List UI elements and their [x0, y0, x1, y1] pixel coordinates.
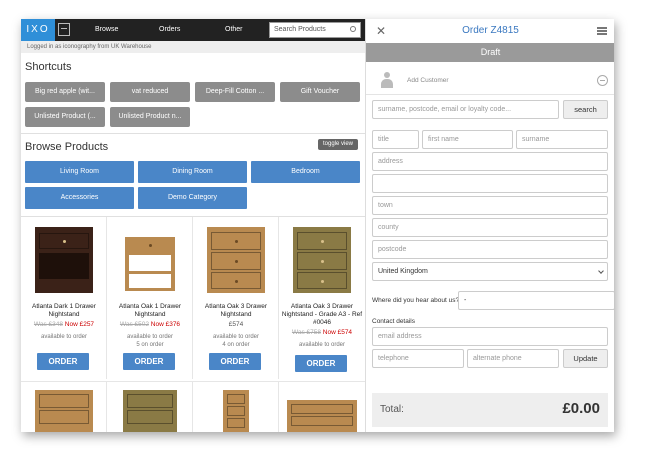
product-card[interactable]: Atlanta Oak 3 Drawer Nightstand £574 ava… [193, 217, 279, 379]
order-total-bar: Total: £0.00 [372, 393, 608, 427]
email-field[interactable]: email address [372, 327, 608, 346]
customer-search-button[interactable]: search [563, 100, 608, 119]
add-customer-label[interactable]: Add Customer [407, 77, 449, 84]
logout-icon[interactable] [58, 23, 70, 36]
county-field[interactable]: county [372, 218, 608, 237]
postcode-field[interactable]: postcode [372, 240, 608, 259]
product-price: Was £348 Now £257 [33, 321, 95, 328]
product-search-placeholder: Search Products [274, 26, 326, 33]
category-living-room[interactable]: Living Room [25, 161, 134, 183]
order-button[interactable]: ORDER [123, 353, 175, 370]
first-name-field[interactable]: first name [422, 130, 513, 149]
shortcut-button[interactable]: Gift Voucher [280, 82, 360, 102]
category-demo[interactable]: Demo Category [138, 187, 247, 209]
product-card[interactable]: Atlanta Dark 1 Drawer Nightstand Was £34… [21, 217, 107, 379]
search-icon[interactable] [350, 26, 356, 32]
order-header: ✕ Order Z4815 [366, 19, 614, 43]
product-card[interactable]: Atlanta Oak 3 Drawer Nightstand - Grade … [279, 217, 365, 379]
product-card[interactable]: Atlanta Oak 1 Drawer Nightstand Was £502… [107, 217, 193, 379]
ixo-logo: IXO [21, 19, 55, 41]
product-availability: available to order [126, 334, 174, 340]
browse-products-title: Browse Products [25, 141, 109, 153]
nav-browse[interactable]: Browse [95, 19, 118, 41]
product-name: Atlanta Oak 1 Drawer Nightstand [118, 303, 182, 318]
hear-about-select[interactable]: - [458, 291, 614, 310]
menu-icon[interactable] [597, 27, 607, 35]
product-card[interactable] [107, 381, 193, 432]
product-name: Atlanta Dark 1 Drawer Nightstand [32, 303, 96, 318]
order-pane: ✕ Order Z4815 Draft Add Customer surname… [365, 19, 614, 432]
shortcut-button[interactable]: Unlisted Product n... [110, 107, 190, 127]
product-image[interactable] [123, 390, 177, 432]
telephone-field[interactable]: telephone [372, 349, 464, 368]
category-accessories[interactable]: Accessories [25, 187, 134, 209]
product-price: Was £502 Now £376 [119, 321, 181, 328]
app-window: IXO Browse Orders Other Search Products … [21, 19, 614, 432]
total-label: Total: [380, 404, 404, 415]
category-bedroom[interactable]: Bedroom [251, 161, 360, 183]
shortcut-button[interactable]: Deep-Fill Cotton ... [195, 82, 275, 102]
product-card[interactable] [279, 381, 365, 432]
product-availability: available to order [40, 334, 88, 340]
shortcut-button[interactable]: Unlisted Product (... [25, 107, 105, 127]
product-image[interactable] [125, 237, 175, 291]
shortcuts-title: Shortcuts [25, 61, 72, 73]
product-search-input[interactable]: Search Products [269, 22, 361, 38]
order-button[interactable]: ORDER [37, 353, 89, 370]
product-browser-pane: IXO Browse Orders Other Search Products … [21, 19, 365, 432]
login-status: Logged in as iconography from UK Warehou… [21, 41, 365, 53]
customer-search-input[interactable]: surname, postcode, email or loyalty code… [372, 100, 559, 119]
separator [366, 94, 614, 95]
contact-details-label: Contact details [372, 318, 415, 325]
product-availability: available to order [298, 342, 346, 348]
update-button[interactable]: Update [563, 349, 608, 368]
collapse-icon[interactable] [597, 75, 608, 86]
toggle-view-button[interactable]: toggle view [318, 139, 358, 150]
alternate-phone-field[interactable]: alternate phone [467, 349, 559, 368]
order-button[interactable]: ORDER [295, 355, 347, 372]
section-divider [21, 133, 365, 134]
product-image[interactable] [35, 227, 93, 293]
product-image[interactable] [223, 390, 249, 432]
order-status-banner: Draft [366, 43, 614, 62]
category-dining-room[interactable]: Dining Room [138, 161, 247, 183]
surname-field[interactable]: surname [516, 130, 608, 149]
product-name: Atlanta Oak 3 Drawer Nightstand - Grade … [281, 303, 363, 326]
address-line2-field[interactable] [372, 174, 608, 193]
town-field[interactable]: town [372, 196, 608, 215]
shortcut-button[interactable]: vat reduced [110, 82, 190, 102]
product-image[interactable] [287, 400, 357, 432]
product-on-order: 5 on order [136, 342, 164, 348]
country-selected-value: United Kingdom [378, 268, 428, 275]
order-button[interactable]: ORDER [209, 353, 261, 370]
product-card[interactable] [193, 381, 279, 432]
product-name: Atlanta Oak 3 Drawer Nightstand [204, 303, 268, 318]
product-image[interactable] [293, 227, 351, 293]
chevron-down-icon [598, 268, 604, 274]
total-value: £0.00 [562, 400, 600, 417]
product-price: £574 [228, 321, 244, 328]
title-field[interactable]: title [372, 130, 419, 149]
shortcut-button[interactable]: Big red apple (wit... [25, 82, 105, 102]
order-title: Order Z4815 [462, 25, 519, 36]
country-select[interactable]: United Kingdom [372, 262, 608, 281]
product-card[interactable] [21, 381, 107, 432]
product-availability: available to order [212, 334, 260, 340]
address-field[interactable]: address [372, 152, 608, 171]
product-image[interactable] [35, 390, 93, 432]
hear-about-label: Where did you hear about us? [372, 297, 460, 304]
nav-orders[interactable]: Orders [159, 19, 180, 41]
product-image[interactable] [207, 227, 265, 293]
product-on-order: 4 on order [222, 342, 250, 348]
product-price: Was £758 Now £574 [291, 329, 353, 336]
top-navigation-bar: IXO Browse Orders Other Search Products [21, 19, 365, 41]
person-icon [380, 72, 394, 88]
nav-other[interactable]: Other [225, 19, 243, 41]
